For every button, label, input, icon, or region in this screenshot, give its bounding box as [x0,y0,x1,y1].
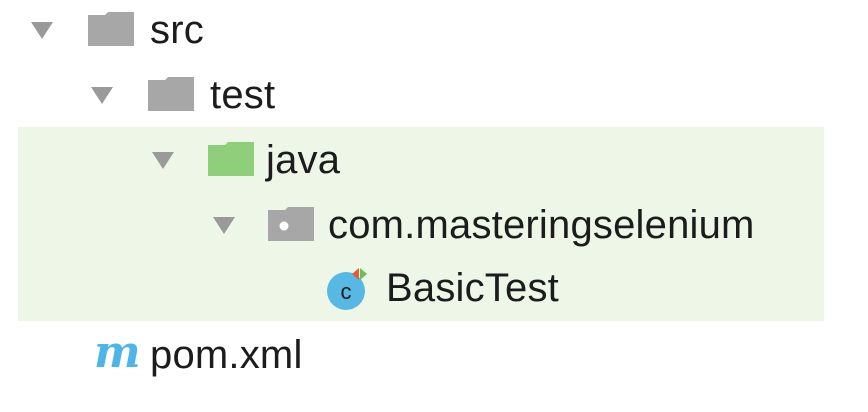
tree-label-pom: pom.xml [150,333,303,377]
expand-arrow-icon[interactable] [91,87,113,104]
tree-label-java: java [266,138,341,182]
expand-arrow-icon[interactable] [31,22,53,39]
tree-label-basictest: BasicTest [386,266,559,310]
folder-icon [88,12,134,46]
project-tree: src test java com.masteringselenium c Ba… [0,0,868,412]
tree-label-test: test [210,73,276,117]
tree-label-package: com.masteringselenium [328,203,755,247]
test-source-folder-icon [208,142,254,176]
svg-text:c: c [341,279,352,304]
expand-arrow-icon[interactable] [213,217,235,234]
expand-arrow-icon[interactable] [152,152,174,169]
tree-row-pom[interactable]: m pom.xml [0,325,868,387]
tree-row-java[interactable]: java [0,130,868,192]
folder-icon [148,77,194,111]
tree-row-src[interactable]: src [0,0,868,62]
maven-icon: m [94,327,141,378]
tree-row-basictest[interactable]: c BasicTest [0,258,868,320]
tree-row-package[interactable]: com.masteringselenium [0,195,868,257]
tree-label-src: src [150,8,204,52]
package-icon [268,207,314,241]
java-class-icon: c [327,268,367,310]
tree-row-test[interactable]: test [0,65,868,127]
